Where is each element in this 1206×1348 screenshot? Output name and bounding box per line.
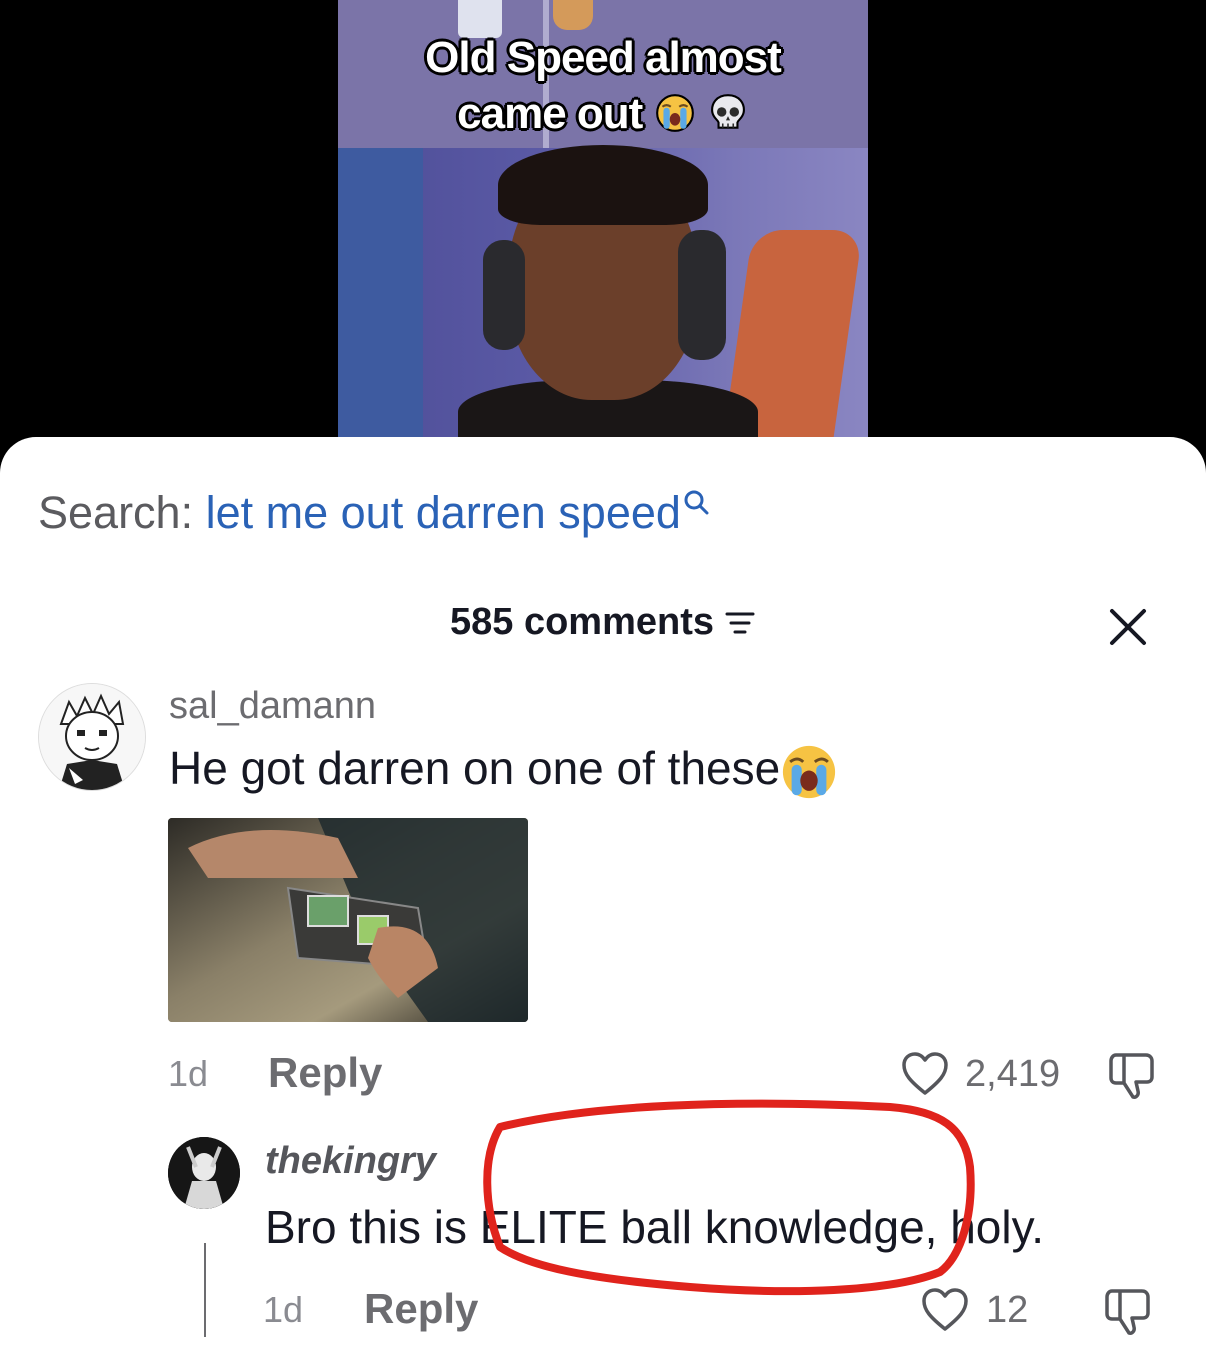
comment-text: He got darren on one of these [169,741,838,801]
reply-thread-line [204,1243,206,1337]
comment-text: Bro this is ELITE ball knowledge, holy. [265,1201,1044,1253]
heart-icon[interactable] [900,1051,950,1097]
search-query-link[interactable]: let me out darren speed [206,487,681,538]
comment-username[interactable]: thekingry [265,1140,436,1183]
comment-username[interactable]: sal_damann [169,685,376,728]
skull-icon [710,94,745,129]
reply-button[interactable]: Reply [364,1285,478,1333]
comments-header: 585 comments [0,600,1206,644]
video-preview[interactable]: Old Speed almost came out [338,0,868,440]
avatar[interactable] [168,1137,240,1209]
loudly-crying-face-icon [655,94,694,132]
omnitrix-watch-image-icon [168,818,528,1022]
search-suggestion[interactable]: Search: let me out darren speed [38,485,713,541]
like-count: 12 [986,1289,1029,1331]
heart-icon[interactable] [920,1287,970,1333]
like-count: 2,419 [965,1053,1061,1095]
search-icon[interactable] [681,487,713,519]
comments-sheet: Search: let me out darren speed 585 comm… [0,437,1206,1348]
loudly-crying-face-icon [783,745,836,798]
manga-character-avatar-icon [39,684,145,790]
dark-photo-avatar-icon [168,1137,240,1209]
sort-icon[interactable] [724,608,756,638]
comments-count: 585 comments [449,601,714,644]
search-label: Search: [38,487,194,538]
comment-time: 1d [168,1053,209,1094]
comment-actions: 1d Reply 2,419 [0,1049,1206,1099]
close-icon[interactable] [1106,605,1150,649]
comment-image[interactable] [168,818,528,1022]
video-caption: Old Speed almost came out [425,33,782,138]
avatar[interactable] [38,683,146,791]
comment-time: 1d [263,1289,304,1330]
dislike-icon[interactable] [1106,1051,1158,1101]
reply-button[interactable]: Reply [268,1049,382,1097]
dislike-icon[interactable] [1102,1287,1154,1337]
